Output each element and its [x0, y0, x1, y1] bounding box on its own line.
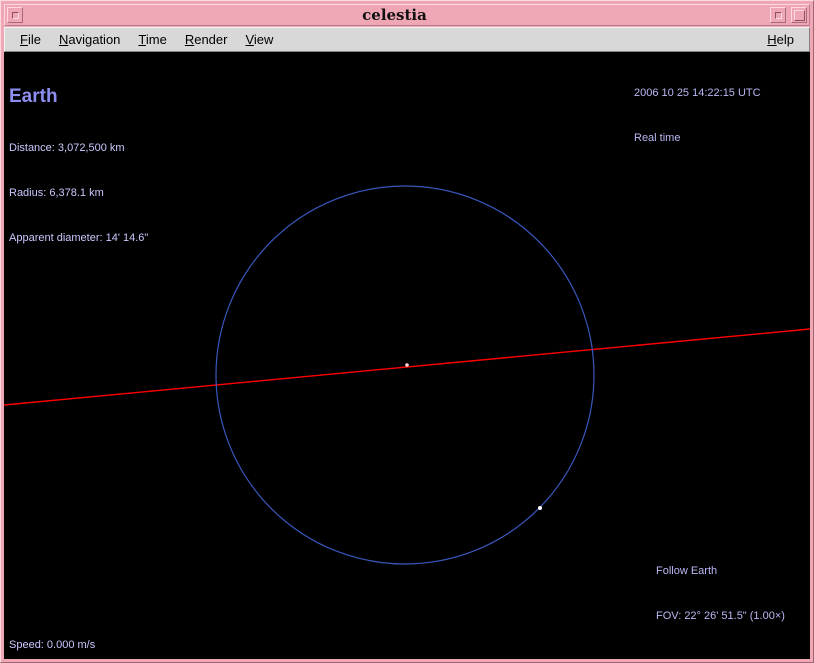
fov-text: FOV: 22° 26' 51.5" (1.00×) — [656, 609, 785, 624]
moon-orbit-circle — [216, 186, 594, 564]
view-info: Follow Earth FOV: 22° 26' 51.5" (1.00×) — [656, 534, 785, 654]
menu-bar: File Navigation Time Render View Help — [4, 27, 810, 52]
time-mode-text: Real time — [634, 131, 761, 146]
follow-text: Follow Earth — [656, 564, 785, 579]
datetime-text: 2006 10 25 14:22:15 UTC — [634, 86, 761, 101]
window-title: celestia — [23, 5, 766, 25]
menu-time[interactable]: Time — [129, 29, 175, 50]
maximize-button[interactable] — [791, 7, 807, 23]
selection-radius: Radius: 6,378.1 km — [9, 186, 148, 201]
app-window: celestia File Navigation Time Render Vie… — [0, 0, 814, 663]
window-menu-icon — [12, 12, 19, 19]
menu-file[interactable]: File — [11, 29, 50, 50]
time-info: 2006 10 25 14:22:15 UTC Real time — [634, 56, 761, 176]
selection-distance: Distance: 3,072,500 km — [9, 141, 148, 156]
titlebar-buttons — [770, 7, 807, 23]
selection-apparent-diameter: Apparent diameter: 14' 14.6" — [9, 231, 148, 246]
selection-info: Earth Distance: 3,072,500 km Radius: 6,3… — [9, 55, 148, 276]
moon-dot[interactable] — [538, 506, 542, 510]
window-menu-button[interactable] — [7, 7, 23, 23]
iconify-icon — [775, 12, 782, 19]
maximize-icon — [794, 10, 805, 21]
ecliptic-line — [4, 329, 810, 405]
selection-name: Earth — [9, 85, 148, 109]
earth-dot[interactable] — [405, 363, 409, 367]
menu-view[interactable]: View — [236, 29, 282, 50]
menu-help[interactable]: Help — [758, 29, 803, 50]
speed-text: Speed: 0.000 m/s — [9, 638, 95, 653]
space-viewport[interactable]: Earth Distance: 3,072,500 km Radius: 6,3… — [4, 52, 810, 659]
menu-render[interactable]: Render — [176, 29, 237, 50]
menu-navigation[interactable]: Navigation — [50, 29, 129, 50]
iconify-button[interactable] — [770, 7, 786, 23]
window-titlebar[interactable]: celestia — [4, 4, 810, 26]
